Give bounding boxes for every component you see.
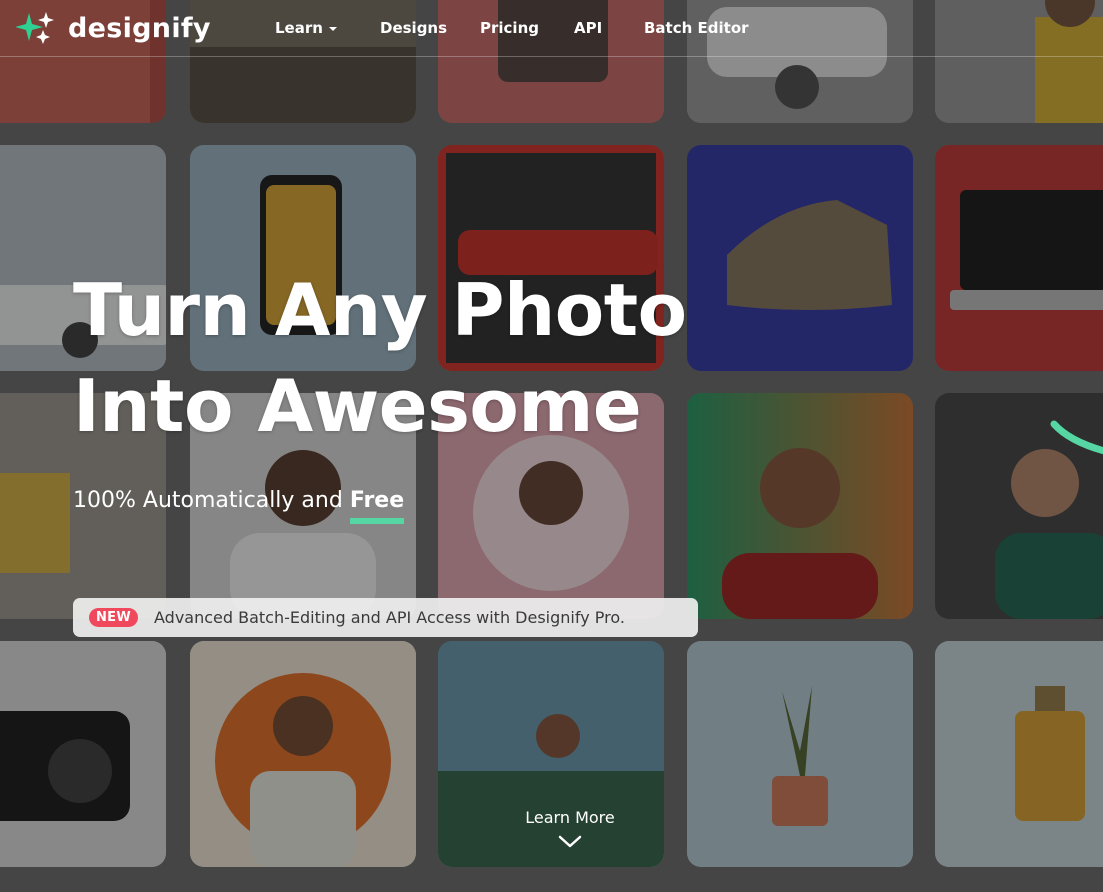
nav-item-api[interactable]: API (574, 19, 602, 37)
hero-title: Turn Any Photo Into Awesome (73, 262, 687, 454)
decorative-accent-arc (1050, 420, 1103, 455)
caret-down-icon (328, 26, 337, 31)
hero-title-line-1: Turn Any Photo (73, 268, 687, 352)
bg-tile-headphones-man (190, 641, 416, 867)
bg-tile-sneakers (687, 145, 913, 371)
hero-subtitle: 100% Automatically and Free (73, 488, 405, 524)
nav-item-pricing[interactable]: Pricing (480, 19, 539, 37)
bg-tile-man-portrait (687, 393, 913, 619)
bg-tile-perfume (935, 641, 1103, 867)
learn-more-button[interactable]: Learn More (515, 808, 625, 856)
nav-item-learn-label: Learn (275, 19, 323, 37)
bg-tile-plant-pot (687, 641, 913, 867)
bg-tile-laptop (935, 145, 1103, 371)
sparkle-stars-icon (16, 12, 54, 44)
hero-subtitle-emphasis: Free (349, 488, 405, 524)
nav-item-batch-editor[interactable]: Batch Editor (644, 19, 749, 37)
nav-item-learn[interactable]: Learn (275, 19, 337, 37)
bg-tile-camera (0, 641, 166, 867)
designify-logo[interactable]: designify (16, 10, 211, 46)
hero-section: designify Learn Designs Pricing API Batc… (0, 0, 1103, 892)
pro-announcement-banner[interactable]: NEW Advanced Batch-Editing and API Acces… (73, 598, 698, 637)
announcement-text: Advanced Batch-Editing and API Access wi… (154, 608, 625, 627)
nav-item-designs[interactable]: Designs (380, 19, 447, 37)
brand-name: designify (68, 12, 211, 44)
hero-subtitle-prefix: 100% Automatically and (73, 488, 350, 513)
chevron-down-icon (558, 835, 582, 848)
top-navigation: designify Learn Designs Pricing API Batc… (0, 0, 1103, 57)
learn-more-label: Learn More (525, 808, 615, 827)
hero-title-line-2: Into Awesome (73, 364, 642, 448)
new-badge: NEW (89, 608, 138, 627)
